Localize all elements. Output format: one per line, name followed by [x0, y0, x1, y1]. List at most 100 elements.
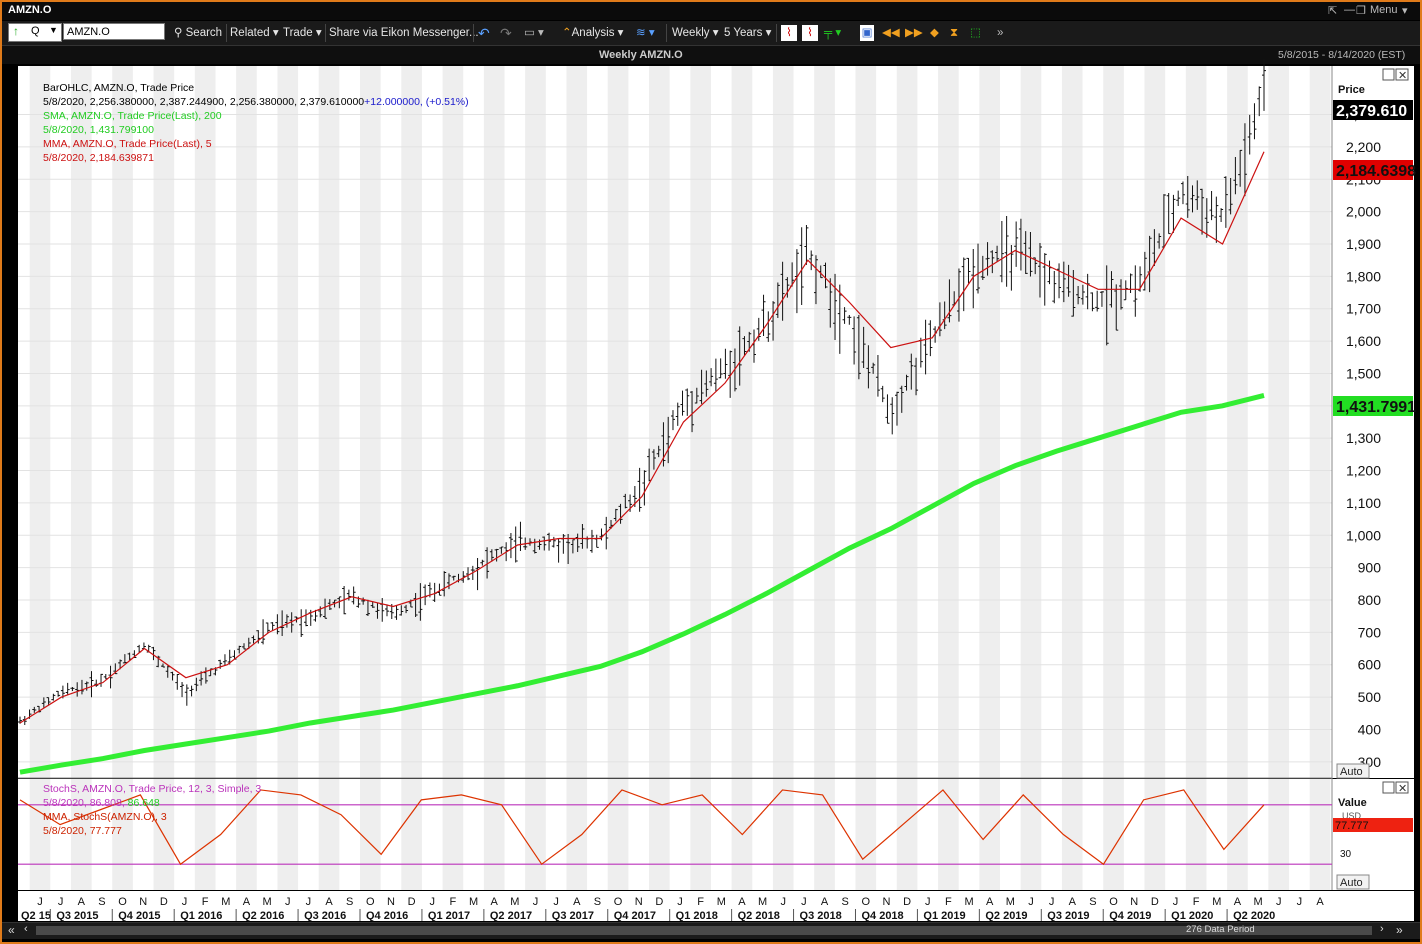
panel-maximize-icon[interactable] — [1382, 781, 1395, 794]
month-band — [896, 66, 918, 778]
price-tick-label: 1,200 — [1346, 463, 1381, 479]
price-tick-label: 900 — [1358, 560, 1382, 576]
month-tick-label: J — [1297, 896, 1303, 908]
month-tick-label: M — [469, 896, 478, 908]
month-tick-label: S — [594, 896, 601, 908]
main-legend-line: MMA, AMZN.O, Trade Price(Last), 5 — [43, 138, 212, 150]
scroll-prev-icon[interactable]: ‹ — [24, 923, 28, 935]
scroll-start-icon[interactable]: « — [8, 923, 15, 937]
month-band — [318, 66, 340, 778]
month-band — [401, 779, 422, 890]
price-auto-label: Auto — [1340, 766, 1363, 778]
month-band — [1061, 779, 1083, 890]
stoch-legend-line: 5/8/2020, 77.777 — [43, 825, 122, 837]
stoch-legend-line: MMA, StochS(AMZN.O), 3 — [43, 811, 167, 823]
panel-maximize-icon[interactable] — [1382, 68, 1395, 81]
month-band — [318, 779, 340, 890]
close-icon: ✕ — [1398, 783, 1407, 795]
stoch-flag: 77.777 — [1335, 820, 1369, 832]
month-tick-label: J — [1028, 896, 1034, 908]
month-tick-label: D — [1151, 896, 1159, 908]
month-tick-label: J — [1049, 896, 1055, 908]
quarter-tick-label: Q2 15 — [21, 910, 51, 922]
quarter-tick-label: Q3 2015 — [56, 910, 98, 922]
app-window: AMZN.O ⇱ — ❐ Menu ▾ ↑ Q ▼ AMZN.O ⚲ Searc… — [0, 0, 1422, 944]
price-tick-label: 1,800 — [1346, 268, 1381, 284]
month-tick-label: D — [408, 896, 416, 908]
month-tick-label: A — [1234, 896, 1242, 908]
quarter-tick-label: Q1 2020 — [1171, 910, 1213, 922]
price-tick-label: 800 — [1358, 592, 1382, 608]
quarter-tick-label: Q4 2019 — [1109, 910, 1151, 922]
month-tick-label: A — [821, 896, 829, 908]
month-tick-label: J — [306, 896, 312, 908]
month-tick-label: F — [450, 896, 457, 908]
price-tick-label: 1,900 — [1346, 236, 1381, 252]
stoch-axis-bg — [1332, 779, 1414, 890]
month-band — [731, 66, 753, 778]
time-scrollbar[interactable]: 276 Data Period — [36, 924, 1372, 935]
month-band — [896, 779, 918, 890]
quarter-tick-label: Q4 2017 — [614, 910, 656, 922]
month-band — [1061, 66, 1083, 778]
price-tick-label: 2,200 — [1346, 139, 1381, 155]
month-band — [772, 779, 794, 890]
main-legend-line: 5/8/2020, 1,431.799100 — [43, 124, 154, 136]
quarter-tick-label: Q4 2018 — [861, 910, 903, 922]
month-band — [1309, 66, 1331, 778]
month-tick-label: J — [37, 896, 43, 908]
month-tick-label: J — [533, 896, 539, 908]
month-tick-label: M — [510, 896, 519, 908]
month-tick-label: J — [182, 896, 188, 908]
month-tick-label: M — [263, 896, 272, 908]
month-tick-label: A — [738, 896, 746, 908]
month-tick-label: S — [346, 896, 353, 908]
month-tick-label: J — [285, 896, 291, 908]
chart-area[interactable]: Price2,3002,2002,1002,0001,9001,8001,700… — [2, 2, 1420, 922]
price-axis-label: Price — [1338, 84, 1365, 96]
stoch-auto-label: Auto — [1340, 877, 1363, 889]
last-price-flag: 2,379.610 — [1336, 103, 1407, 120]
quarter-tick-label: Q2 2016 — [242, 910, 284, 922]
month-band — [277, 779, 299, 890]
stoch-legend-line: 5/8/2020, 86.808, 86.648 — [43, 797, 160, 809]
month-tick-label: N — [882, 896, 890, 908]
month-band — [70, 66, 92, 778]
month-tick-label: J — [1276, 896, 1282, 908]
quarter-tick-label: Q2 2018 — [738, 910, 780, 922]
price-tick-label: 1,300 — [1346, 430, 1381, 446]
scroll-next-icon[interactable]: › — [1380, 923, 1384, 935]
month-tick-label: J — [430, 896, 436, 908]
month-tick-label: J — [58, 896, 64, 908]
stoch-tick-label: 30 — [1340, 849, 1352, 860]
price-tick-label: 1,000 — [1346, 527, 1381, 543]
month-tick-label: F — [1193, 896, 1200, 908]
month-band — [401, 66, 422, 778]
month-tick-label: J — [553, 896, 559, 908]
mma-price-flag: 2,184.6398 — [1336, 163, 1416, 180]
data-period-label: 276 Data Period — [1186, 924, 1255, 935]
quarter-tick-label: Q4 2015 — [118, 910, 160, 922]
month-tick-label: J — [780, 896, 786, 908]
month-tick-label: M — [758, 896, 767, 908]
month-tick-label: M — [221, 896, 230, 908]
month-band — [814, 66, 835, 778]
month-band — [979, 779, 1000, 890]
stoch-legend-line: StochS, AMZN.O, Trade Price, 12, 3, Simp… — [43, 783, 261, 795]
month-tick-label: A — [243, 896, 251, 908]
month-band — [236, 779, 257, 890]
month-tick-label: A — [573, 896, 581, 908]
scroll-end-icon[interactable]: » — [1396, 923, 1403, 937]
month-band — [690, 66, 711, 778]
month-tick-label: O — [614, 896, 623, 908]
month-band — [29, 66, 51, 778]
month-band — [1268, 66, 1290, 778]
month-tick-label: S — [841, 896, 848, 908]
price-tick-label: 1,600 — [1346, 333, 1381, 349]
price-tick-label: 1,100 — [1346, 495, 1381, 511]
month-band — [483, 779, 505, 890]
month-band — [1103, 779, 1124, 890]
month-tick-label: O — [118, 896, 127, 908]
month-band — [1020, 66, 1042, 778]
month-tick-label: M — [964, 896, 973, 908]
